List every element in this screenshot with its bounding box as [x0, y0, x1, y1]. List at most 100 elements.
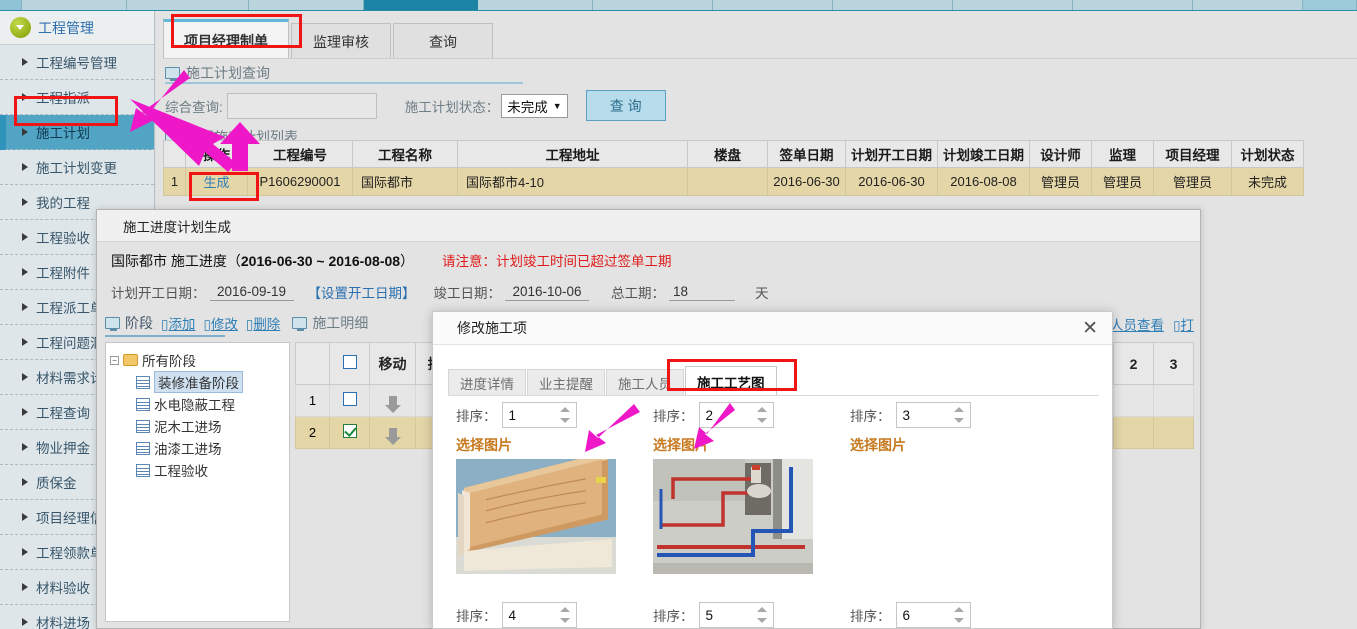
modal-tabs-divider	[448, 395, 1099, 396]
stepper-up-icon[interactable]	[560, 407, 570, 412]
tab-construction-staff[interactable]: 施工人员	[606, 369, 684, 396]
image-thumbnail[interactable]	[456, 459, 616, 574]
query-button[interactable]: 查 询	[586, 90, 666, 121]
stepper-down-icon[interactable]	[560, 618, 570, 623]
tab-construction-process-diagram[interactable]: 施工工艺图	[685, 366, 777, 396]
progress-date-row: 计划开工日期： 2016-09-19 【设置开工日期】 竣工日期： 2016-1…	[111, 282, 769, 302]
move-down-icon[interactable]	[389, 428, 397, 437]
stepper-up-icon[interactable]	[757, 407, 767, 412]
tree-node-0[interactable]: 装修准备阶段	[110, 371, 285, 393]
column-header-9[interactable]: 设计师	[1030, 141, 1092, 168]
set-start-date-link[interactable]: 【设置开工日期】	[308, 282, 416, 302]
column-header-12[interactable]: 计划状态	[1232, 141, 1304, 168]
detail-tab[interactable]: 施工明细	[292, 313, 368, 333]
sidebar-item-label: 工程指派	[36, 87, 90, 107]
order-stepper[interactable]: 1	[502, 402, 577, 428]
progress-window-titlebar: 施工进度计划生成	[97, 210, 1200, 242]
status-select[interactable]: 未完成 ▼	[501, 94, 567, 118]
tree-root[interactable]: − 所有阶段	[110, 349, 285, 371]
order-stepper[interactable]: 4	[502, 602, 577, 628]
table-row[interactable]: 1生成P1606290001国际都市国际都市4-102016-06-302016…	[164, 168, 1304, 196]
tree-node-2[interactable]: 泥木工进场	[110, 415, 285, 437]
stepper-down-icon[interactable]	[954, 618, 964, 623]
tab-owner-reminder[interactable]: 业主提醒	[527, 369, 605, 396]
sidebar-header[interactable]: 工程管理	[0, 11, 154, 45]
tab-project-manager-form[interactable]: 项目经理制单	[163, 19, 289, 59]
pick-image-link[interactable]: 选择图片	[456, 435, 616, 455]
column-header-10[interactable]: 监理	[1092, 141, 1154, 168]
folder-icon	[123, 354, 138, 366]
pick-image-link[interactable]: 选择图片	[653, 435, 813, 455]
sidebar-item-0[interactable]: 工程编号管理	[0, 45, 154, 80]
column-header-7[interactable]: 计划开工日期	[846, 141, 938, 168]
select-all-checkbox[interactable]	[343, 355, 357, 369]
image-thumbnail[interactable]	[850, 459, 1010, 574]
tree-node-1[interactable]: 水电隐蔽工程	[110, 393, 285, 415]
chevron-down-icon: ▼	[553, 101, 562, 111]
detail-row-move[interactable]	[370, 385, 416, 417]
order-value: 2	[706, 408, 714, 423]
stage-tab[interactable]: 阶段	[105, 313, 153, 333]
column-header-5[interactable]: 楼盘	[688, 141, 768, 168]
edit-stage-link[interactable]: ▯修改	[203, 313, 237, 333]
column-header-8[interactable]: 计划竣工日期	[938, 141, 1030, 168]
column-header-6[interactable]: 签单日期	[768, 141, 846, 168]
add-stage-link[interactable]: ▯添加	[161, 313, 195, 333]
column-header-11[interactable]: 项目经理	[1154, 141, 1232, 168]
sidebar-item-2[interactable]: 施工计划	[0, 115, 154, 150]
close-icon[interactable]: ✕	[1078, 319, 1102, 338]
chevron-right-icon	[22, 618, 28, 626]
detail-tab-label: 施工明细	[312, 313, 368, 333]
row-action[interactable]: 生成	[186, 168, 248, 196]
table-header-row: 操作工程编号工程名称工程地址楼盘签单日期计划开工日期计划竣工日期设计师监理项目经…	[164, 141, 1304, 168]
collapse-icon[interactable]: −	[110, 356, 119, 365]
order-stepper[interactable]: 5	[699, 602, 774, 628]
detail-col-select[interactable]	[330, 343, 370, 385]
order-stepper[interactable]: 6	[896, 602, 971, 628]
search-input[interactable]	[227, 93, 377, 119]
detail-col-day2[interactable]: 2	[1114, 343, 1154, 385]
generate-link[interactable]: 生成	[203, 175, 229, 190]
stepper-up-icon[interactable]	[757, 607, 767, 612]
stepper-up-icon[interactable]	[954, 607, 964, 612]
delete-stage-link[interactable]: ▯删除	[246, 313, 280, 333]
browser-tab-strip[interactable]	[0, 0, 1357, 11]
stepper-down-icon[interactable]	[757, 418, 767, 423]
sidebar-item-3[interactable]: 施工计划变更	[0, 150, 154, 185]
tabs-divider	[163, 58, 1357, 59]
row-checkbox[interactable]	[343, 392, 357, 406]
row-status: 未完成	[1232, 168, 1304, 196]
tree-node-list: 装修准备阶段水电隐蔽工程泥木工进场油漆工进场工程验收	[110, 371, 285, 481]
pick-image-link[interactable]: 选择图片	[850, 435, 1010, 455]
detail-col-day3[interactable]: 3	[1154, 343, 1194, 385]
column-header-3[interactable]: 工程名称	[353, 141, 458, 168]
link-print[interactable]: ▯打	[1173, 314, 1194, 334]
tree-node-4[interactable]: 工程验收	[110, 459, 285, 481]
detail-row-checkbox-cell[interactable]	[330, 385, 370, 417]
detail-row-checkbox-cell[interactable]	[330, 417, 370, 449]
stepper-up-icon[interactable]	[560, 607, 570, 612]
tab-progress-detail[interactable]: 进度详情	[448, 369, 526, 396]
stepper-down-icon[interactable]	[560, 418, 570, 423]
column-header-1[interactable]: 操作	[186, 141, 248, 168]
column-header-4[interactable]: 工程地址	[458, 141, 688, 168]
detail-col-move[interactable]: 移动	[370, 343, 416, 385]
column-header-2[interactable]: 工程编号	[248, 141, 353, 168]
sidebar-item-1[interactable]: 工程指派	[0, 80, 154, 115]
stepper-up-icon[interactable]	[954, 407, 964, 412]
tab-query[interactable]: 查询	[393, 23, 493, 59]
detail-row-move[interactable]	[370, 417, 416, 449]
move-down-icon[interactable]	[389, 396, 397, 405]
order-stepper[interactable]: 2	[699, 402, 774, 428]
stepper-down-icon[interactable]	[757, 618, 767, 623]
column-header-0[interactable]	[164, 141, 186, 168]
tab-supervisor-review[interactable]: 监理审核	[291, 23, 391, 59]
row-building	[688, 168, 768, 196]
order-stepper[interactable]: 3	[896, 402, 971, 428]
stepper-down-icon[interactable]	[954, 418, 964, 423]
chevron-right-icon	[22, 583, 28, 591]
tree-node-3[interactable]: 油漆工进场	[110, 437, 285, 459]
progress-subtitle-close: ）	[400, 253, 414, 269]
image-thumbnail[interactable]	[653, 459, 813, 574]
row-checkbox[interactable]	[343, 424, 357, 438]
